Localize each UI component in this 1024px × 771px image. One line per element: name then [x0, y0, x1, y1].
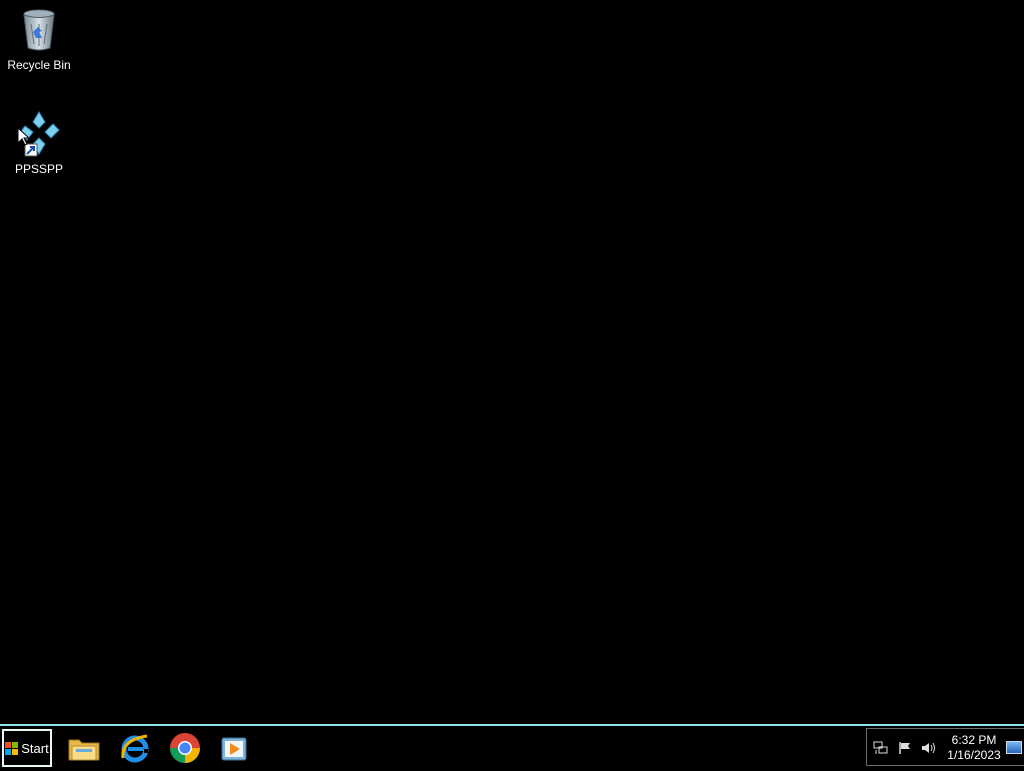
volume-icon[interactable]	[921, 741, 937, 755]
media-player-icon	[221, 737, 247, 761]
desktop-icon-ppsspp[interactable]: PPSSPP	[1, 110, 77, 176]
chrome-icon	[170, 733, 200, 764]
windows-logo-icon	[5, 741, 19, 755]
taskbar-app-media-player[interactable]	[216, 730, 252, 766]
recycle-bin-icon	[15, 6, 63, 54]
desktop-icon-label: PPSSPP	[14, 162, 64, 176]
start-button[interactable]: Start	[2, 729, 52, 767]
folder-icon	[68, 739, 100, 761]
taskbar-clock[interactable]: 6:32 PM 1/16/2023	[941, 733, 1007, 763]
ie-icon	[121, 734, 149, 763]
system-tray: 6:32 PM 1/16/2023	[866, 728, 1024, 766]
network-icon[interactable]	[873, 741, 889, 755]
taskbar-app-chrome[interactable]	[167, 730, 203, 766]
show-desktop-button[interactable]	[1006, 741, 1022, 754]
clock-date: 1/16/2023	[947, 748, 1001, 762]
desktop-icon-label: Recycle Bin	[7, 58, 71, 72]
clock-time: 6:32 PM	[951, 733, 997, 747]
taskbar: Start 6:32 PM 1/16/2023	[0, 724, 1024, 768]
desktop: Recycle Bin PPSSPP	[0, 0, 1024, 724]
taskbar-app-internet-explorer[interactable]	[117, 730, 153, 766]
flag-icon[interactable]	[897, 741, 913, 755]
taskbar-app-file-explorer[interactable]	[66, 730, 102, 766]
desktop-icon-recycle-bin[interactable]: Recycle Bin	[1, 6, 77, 72]
mouse-cursor-icon	[17, 126, 31, 151]
start-label: Start	[21, 740, 49, 756]
